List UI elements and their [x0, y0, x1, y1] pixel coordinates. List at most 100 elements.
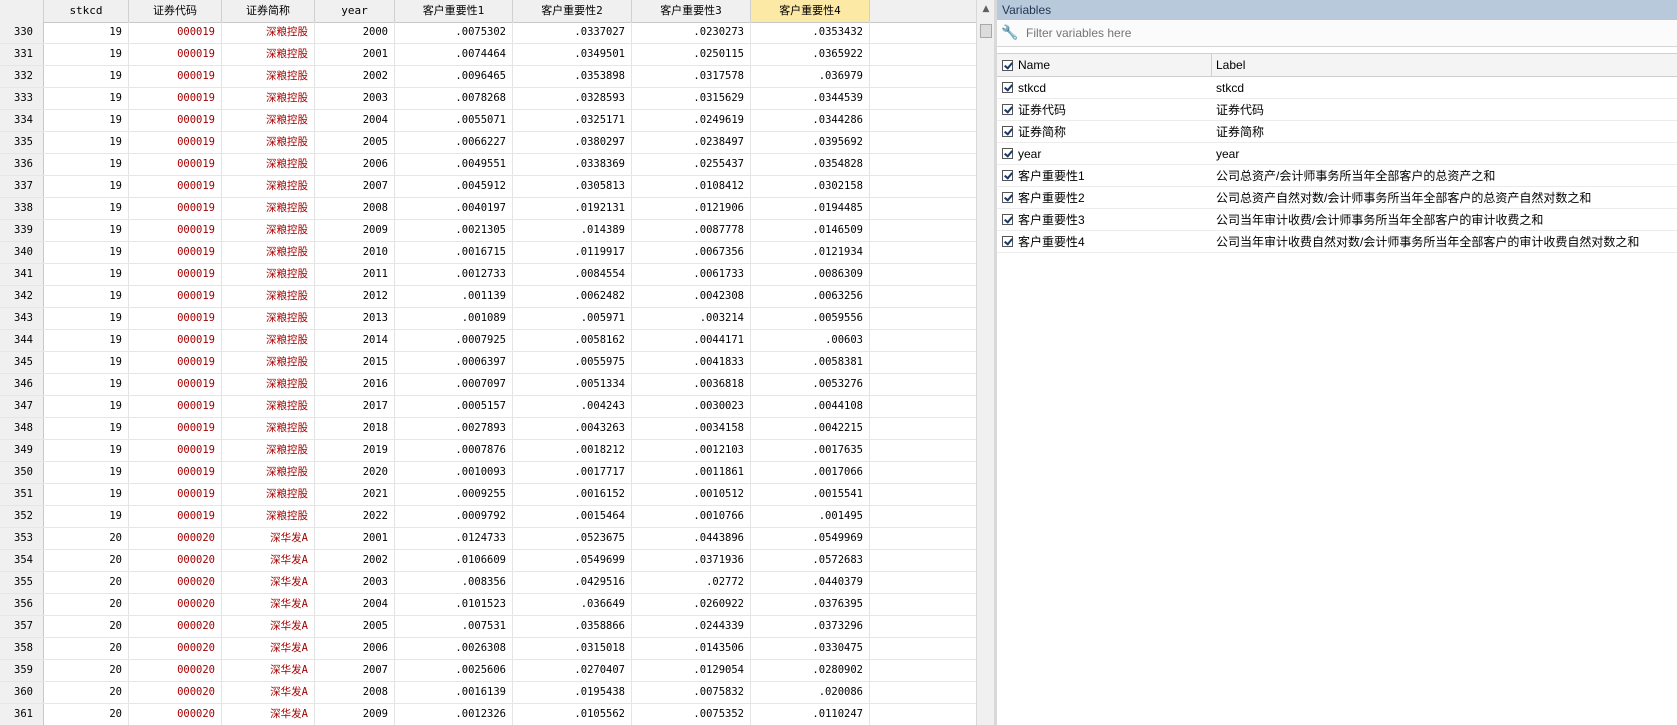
table-cell[interactable]: 2004: [315, 594, 395, 615]
table-cell[interactable]: .0121906: [632, 198, 751, 219]
row-number[interactable]: 336: [0, 154, 44, 175]
table-cell[interactable]: .0353898: [513, 66, 632, 87]
column-header[interactable]: 证券代码: [129, 0, 222, 22]
variable-checkbox[interactable]: [1002, 192, 1013, 203]
table-cell[interactable]: .0044171: [632, 330, 751, 351]
table-cell[interactable]: 000020: [129, 550, 222, 571]
table-cell[interactable]: .0016152: [513, 484, 632, 505]
table-cell[interactable]: 000019: [129, 374, 222, 395]
table-cell[interactable]: .0143506: [632, 638, 751, 659]
table-cell[interactable]: 19: [44, 88, 129, 109]
table-row[interactable]: 350 19 000019 深粮控股 2020.0010093.0017717.0011…: [0, 462, 978, 484]
variable-checkbox[interactable]: [1002, 82, 1013, 93]
table-cell[interactable]: 2007: [315, 176, 395, 197]
table-cell[interactable]: .014389: [513, 220, 632, 241]
variable-row[interactable]: 证券代码 证券代码: [997, 99, 1677, 121]
table-cell[interactable]: .003214: [632, 308, 751, 329]
row-number[interactable]: 355: [0, 572, 44, 593]
table-cell[interactable]: 深华发A: [222, 660, 315, 681]
row-number[interactable]: 361: [0, 704, 44, 725]
table-cell[interactable]: .0344539: [751, 88, 870, 109]
table-cell[interactable]: .0549699: [513, 550, 632, 571]
scroll-thumb[interactable]: [980, 24, 992, 38]
table-cell[interactable]: 000020: [129, 704, 222, 725]
table-row[interactable]: 341 19 000019 深粮控股 2011.0012733.0084554.0061…: [0, 264, 978, 286]
table-cell[interactable]: 2008: [315, 198, 395, 219]
table-cell[interactable]: 20: [44, 616, 129, 637]
table-cell[interactable]: .0034158: [632, 418, 751, 439]
row-number[interactable]: 330: [0, 22, 44, 43]
table-cell[interactable]: .0349501: [513, 44, 632, 65]
table-cell[interactable]: .0062482: [513, 286, 632, 307]
table-cell[interactable]: .0007876: [395, 440, 513, 461]
table-cell[interactable]: .0270407: [513, 660, 632, 681]
table-cell[interactable]: 20: [44, 572, 129, 593]
table-cell[interactable]: .0017635: [751, 440, 870, 461]
table-cell[interactable]: .0373296: [751, 616, 870, 637]
table-cell[interactable]: .0572683: [751, 550, 870, 571]
row-number[interactable]: 345: [0, 352, 44, 373]
table-row[interactable]: 345 19 000019 深粮控股 2015.0006397.0055975.0041…: [0, 352, 978, 374]
table-cell[interactable]: 000020: [129, 572, 222, 593]
table-cell[interactable]: .0129054: [632, 660, 751, 681]
row-number[interactable]: 334: [0, 110, 44, 131]
table-cell[interactable]: 000019: [129, 484, 222, 505]
row-number[interactable]: 341: [0, 264, 44, 285]
table-cell[interactable]: 000019: [129, 132, 222, 153]
table-cell[interactable]: .0330475: [751, 638, 870, 659]
table-cell[interactable]: .0006397: [395, 352, 513, 373]
table-cell[interactable]: 2002: [315, 550, 395, 571]
table-cell[interactable]: 2003: [315, 88, 395, 109]
table-cell[interactable]: .0376395: [751, 594, 870, 615]
table-row[interactable]: 355 20 000020 深华发A 2003.008356.0429516.02772…: [0, 572, 978, 594]
table-cell[interactable]: 000020: [129, 594, 222, 615]
row-number[interactable]: 352: [0, 506, 44, 527]
table-row[interactable]: 335 19 000019 深粮控股 2005.0066227.0380297.0238…: [0, 132, 978, 154]
table-cell[interactable]: 深华发A: [222, 572, 315, 593]
table-cell[interactable]: 2022: [315, 506, 395, 527]
table-cell[interactable]: 19: [44, 440, 129, 461]
table-cell[interactable]: 000020: [129, 660, 222, 681]
table-cell[interactable]: 000020: [129, 638, 222, 659]
table-cell[interactable]: .0106609: [395, 550, 513, 571]
variable-checkbox[interactable]: [1002, 214, 1013, 225]
table-cell[interactable]: 深粮控股: [222, 308, 315, 329]
table-cell[interactable]: .0009255: [395, 484, 513, 505]
row-number[interactable]: 332: [0, 66, 44, 87]
table-cell[interactable]: .0230273: [632, 22, 751, 43]
table-row[interactable]: 340 19 000019 深粮控股 2010.0016715.0119917.0067…: [0, 242, 978, 264]
table-cell[interactable]: .0018212: [513, 440, 632, 461]
table-cell[interactable]: 19: [44, 352, 129, 373]
table-cell[interactable]: 2017: [315, 396, 395, 417]
table-cell[interactable]: .0049551: [395, 154, 513, 175]
table-cell[interactable]: 深华发A: [222, 638, 315, 659]
row-number[interactable]: 358: [0, 638, 44, 659]
table-cell[interactable]: .0009792: [395, 506, 513, 527]
variable-checkbox[interactable]: [1002, 148, 1013, 159]
table-cell[interactable]: .0338369: [513, 154, 632, 175]
table-row[interactable]: 344 19 000019 深粮控股 2014.0007925.0058162.0044…: [0, 330, 978, 352]
table-cell[interactable]: .0045912: [395, 176, 513, 197]
table-row[interactable]: 357 20 000020 深华发A 2005.007531.0358866.02443…: [0, 616, 978, 638]
table-cell[interactable]: .0017717: [513, 462, 632, 483]
variable-row[interactable]: year year: [997, 143, 1677, 165]
table-cell[interactable]: .0195438: [513, 682, 632, 703]
table-row[interactable]: 361 20 000020 深华发A 2009.0012326.0105562.0075…: [0, 704, 978, 725]
variable-row[interactable]: stkcd stkcd: [997, 77, 1677, 99]
grid-corner[interactable]: [0, 0, 44, 22]
table-cell[interactable]: .0074464: [395, 44, 513, 65]
table-cell[interactable]: 000019: [129, 154, 222, 175]
table-cell[interactable]: .0030023: [632, 396, 751, 417]
row-number[interactable]: 342: [0, 286, 44, 307]
table-cell[interactable]: .02772: [632, 572, 751, 593]
table-cell[interactable]: .0036818: [632, 374, 751, 395]
table-cell[interactable]: .0443896: [632, 528, 751, 549]
table-cell[interactable]: 深粮控股: [222, 462, 315, 483]
table-cell[interactable]: 000019: [129, 22, 222, 43]
table-cell[interactable]: .0066227: [395, 132, 513, 153]
table-cell[interactable]: 深粮控股: [222, 66, 315, 87]
table-cell[interactable]: 2006: [315, 638, 395, 659]
row-number[interactable]: 339: [0, 220, 44, 241]
table-cell[interactable]: 深粮控股: [222, 154, 315, 175]
row-number[interactable]: 338: [0, 198, 44, 219]
